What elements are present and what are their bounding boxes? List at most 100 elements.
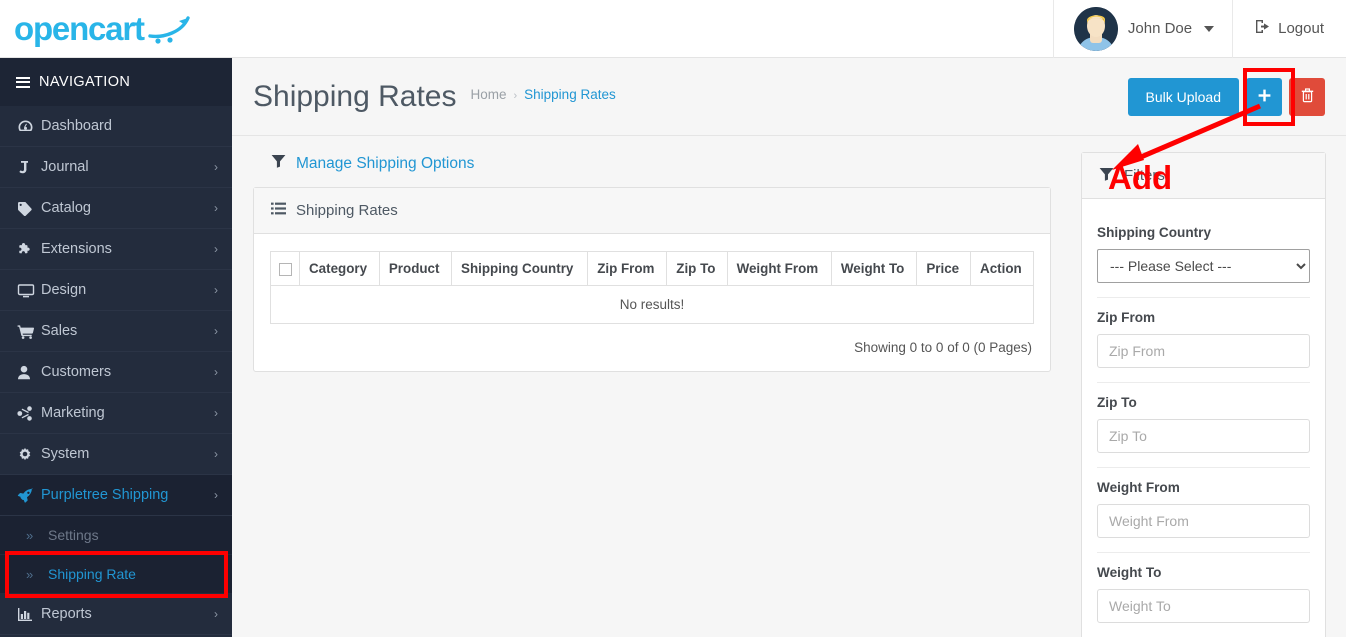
- manage-shipping-options-label: Manage Shipping Options: [296, 154, 475, 172]
- filter-group-shipping-country: Shipping Country --- Please Select ---: [1097, 213, 1310, 283]
- sidebar-item-reports[interactable]: Reports ›: [0, 594, 232, 635]
- user-name: John Doe: [1127, 20, 1193, 37]
- shipping-rates-card: Shipping Rates Category Product Shipping…: [253, 187, 1051, 372]
- hamburger-icon: [16, 74, 30, 90]
- chevron-right-icon: ›: [214, 488, 218, 502]
- table-header-weight-from: Weight From: [726, 251, 832, 286]
- rates-column: Manage Shipping Options Shipping Rates C…: [253, 152, 1051, 637]
- filter-group-weight-to: Weight To: [1097, 552, 1310, 623]
- top-header-bar: opencart John Doe Logout: [0, 0, 1346, 58]
- sidebar-item-label: Reports: [41, 606, 92, 622]
- filters-column: Filters Shipping Country --- Please Sele…: [1081, 152, 1326, 637]
- table-header-action: Action: [970, 251, 1034, 286]
- chevron-right-icon: ›: [214, 406, 218, 420]
- chevron-right-icon: ›: [214, 283, 218, 297]
- plus-icon: [1258, 87, 1271, 107]
- sidebar-item-sales[interactable]: Sales ›: [0, 311, 232, 352]
- sidebar-item-purpletree-shipping[interactable]: Purpletree Shipping ›: [0, 475, 232, 516]
- breadcrumb-separator: ›: [513, 89, 518, 102]
- puzzle-icon: [17, 242, 41, 257]
- double-chevron-right-icon: »: [26, 566, 34, 582]
- user-menu[interactable]: John Doe: [1052, 0, 1234, 58]
- sidebar-item-catalog[interactable]: Catalog ›: [0, 188, 232, 229]
- sidebar-item-label: System: [41, 446, 90, 462]
- double-chevron-right-icon: »: [26, 527, 34, 543]
- table-header-row: Category Product Shipping Country Zip Fr…: [270, 251, 1034, 286]
- chevron-right-icon: ›: [214, 607, 218, 621]
- sidebar-item-system[interactable]: System ›: [0, 434, 232, 475]
- cart-swoosh-icon: [148, 14, 192, 44]
- filters-card: Filters Shipping Country --- Please Sele…: [1081, 152, 1326, 637]
- brand-logo[interactable]: opencart: [0, 0, 232, 58]
- add-button[interactable]: [1246, 77, 1282, 116]
- sidebar-item-dashboard[interactable]: Dashboard: [0, 106, 232, 147]
- sidebar-item-label: Journal: [41, 159, 89, 175]
- sidebar-item-marketing[interactable]: Marketing ›: [0, 393, 232, 434]
- zip-to-input[interactable]: [1097, 419, 1310, 453]
- chevron-right-icon: ›: [214, 324, 218, 338]
- filters-card-header: Filters: [1082, 153, 1325, 199]
- shipping-rates-card-title: Shipping Rates: [296, 202, 398, 219]
- sidebar-subitem-label: Shipping Rate: [48, 566, 136, 582]
- shipping-country-select[interactable]: --- Please Select ---: [1097, 249, 1310, 283]
- filter-label-zip-from: Zip From: [1097, 310, 1156, 325]
- chevron-right-icon: ›: [214, 160, 218, 174]
- table-header-select-all: [270, 251, 300, 286]
- gear-icon: [17, 447, 41, 462]
- chevron-right-icon: ›: [214, 242, 218, 256]
- bar-chart-icon: [17, 607, 41, 622]
- weight-from-input[interactable]: [1097, 504, 1310, 538]
- chevron-right-icon: ›: [214, 447, 218, 461]
- select-all-checkbox[interactable]: [278, 262, 292, 276]
- weight-to-input[interactable]: [1097, 589, 1310, 623]
- zip-from-input[interactable]: [1097, 334, 1310, 368]
- logout-label: Logout: [1278, 20, 1324, 37]
- navigation-label: NAVIGATION: [39, 74, 131, 90]
- share-icon: [17, 405, 41, 421]
- breadcrumb-item-home[interactable]: Home: [470, 87, 506, 102]
- user-icon: [17, 365, 41, 380]
- navigation-header[interactable]: NAVIGATION: [0, 58, 232, 106]
- sidebar-item-journal[interactable]: Journal ›: [0, 147, 232, 188]
- sidebar-item-extensions[interactable]: Extensions ›: [0, 229, 232, 270]
- monitor-icon: [17, 283, 41, 298]
- breadcrumb: Home › Shipping Rates: [470, 87, 615, 107]
- filter-group-zip-from: Zip From: [1097, 297, 1310, 368]
- filter-label-weight-to: Weight To: [1097, 565, 1162, 580]
- trash-icon: [1301, 87, 1314, 106]
- page-title: Shipping Rates: [253, 79, 457, 113]
- rocket-icon: [17, 487, 41, 503]
- brand-name: opencart: [14, 10, 145, 47]
- sidebar-item-label: Customers: [41, 364, 112, 380]
- cart-icon: [17, 324, 41, 339]
- main-content: Shipping Rates Home › Shipping Rates Bul…: [232, 58, 1346, 637]
- chevron-right-icon: ›: [214, 201, 218, 215]
- logout-button[interactable]: Logout: [1233, 0, 1346, 58]
- sidebar-subitem-shipping-rate[interactable]: » Shipping Rate: [0, 555, 232, 594]
- manage-shipping-options-link[interactable]: Manage Shipping Options: [253, 152, 1051, 187]
- filters-card-body: Shipping Country --- Please Select --- Z…: [1082, 199, 1325, 637]
- table-body: No results!: [270, 285, 1034, 324]
- sidebar-item-label: Marketing: [41, 405, 105, 421]
- sidebar-item-label: Dashboard: [41, 118, 112, 134]
- tag-icon: [17, 201, 41, 216]
- sidebar-item-label: Sales: [41, 323, 78, 339]
- sidebar-subitem-settings[interactable]: » Settings: [0, 516, 232, 555]
- filter-label-shipping-country: Shipping Country: [1097, 225, 1212, 240]
- sidebar-item-label: Extensions: [41, 241, 112, 257]
- sidebar-item-design[interactable]: Design ›: [0, 270, 232, 311]
- filter-label-zip-to: Zip To: [1097, 395, 1137, 410]
- sidebar-item-label: Design: [41, 282, 87, 298]
- breadcrumb-item-shipping-rates[interactable]: Shipping Rates: [524, 87, 616, 102]
- sidebar-item-customers[interactable]: Customers ›: [0, 352, 232, 393]
- filter-group-weight-from: Weight From: [1097, 467, 1310, 538]
- filter-icon: [1099, 167, 1114, 185]
- list-icon: [271, 202, 286, 219]
- filters-card-title: Filters: [1124, 167, 1165, 184]
- table-header-zip-to: Zip To: [666, 251, 728, 286]
- shipping-rates-table: Category Product Shipping Country Zip Fr…: [270, 251, 1034, 324]
- delete-button[interactable]: [1289, 77, 1325, 116]
- logout-icon: [1255, 19, 1271, 38]
- table-empty-row: No results!: [270, 285, 1034, 324]
- bulk-upload-button[interactable]: Bulk Upload: [1127, 77, 1239, 116]
